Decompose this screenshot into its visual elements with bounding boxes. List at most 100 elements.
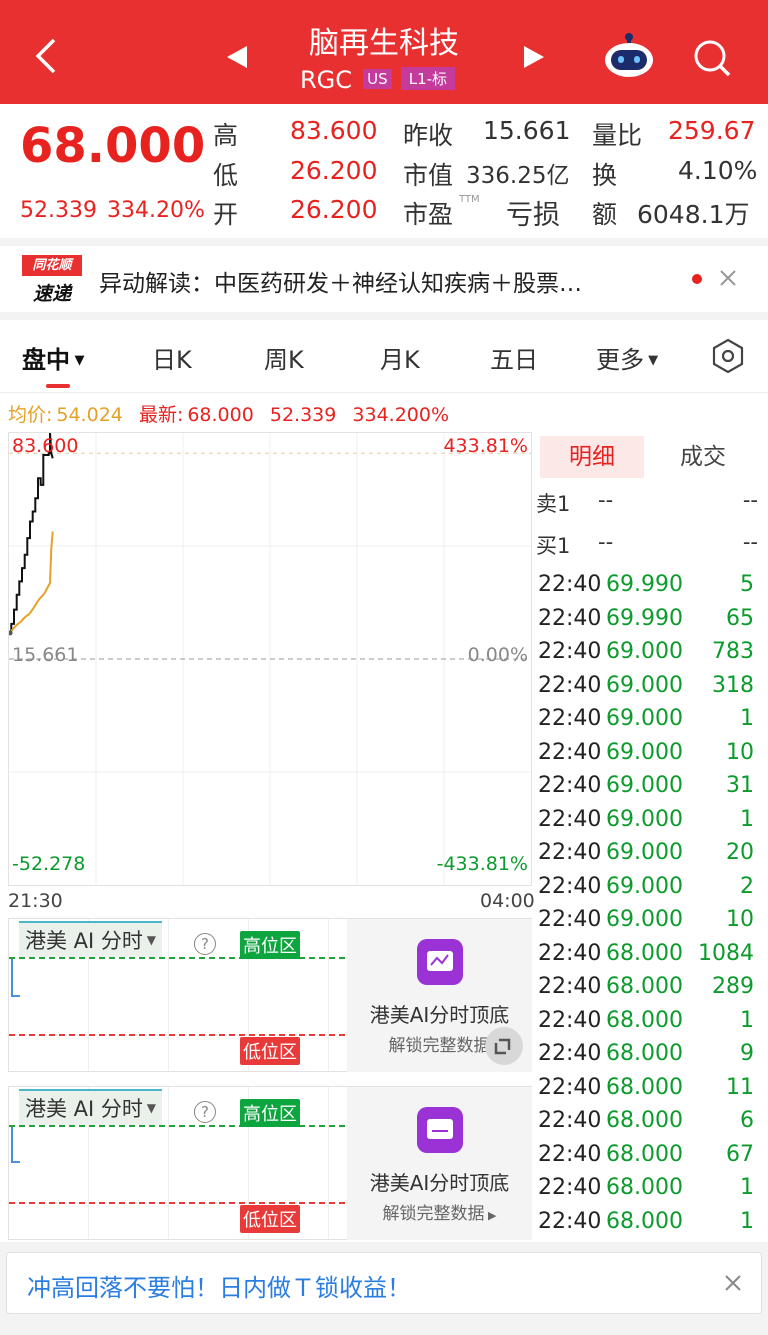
- trade-volume: 1: [740, 706, 754, 731]
- trade-volume: 10: [726, 739, 754, 765]
- locked-promo-card[interactable]: 港美AI分时顶底 解锁完整数据 ▶: [347, 1087, 532, 1240]
- trade-time: 22:40: [538, 672, 602, 698]
- tab-trades[interactable]: 成交: [650, 436, 756, 478]
- y-mid-label: 15.661: [12, 644, 79, 666]
- trade-price: 69.000: [606, 773, 683, 798]
- settings-hexagon-icon[interactable]: [710, 338, 746, 378]
- help-icon[interactable]: ?: [194, 933, 216, 955]
- news-alert-banner[interactable]: 同花顺 速递 异动解读：中医药研发＋神经认知疾病＋股票…: [0, 246, 768, 312]
- trade-time: 22:40: [538, 1175, 602, 1200]
- value-open: 26.200: [290, 195, 378, 224]
- next-stock-icon[interactable]: [522, 44, 546, 74]
- trade-price: 68.000: [606, 1141, 683, 1167]
- trade-volume: 1: [740, 1007, 754, 1033]
- label-volume-ratio: 量比: [592, 121, 643, 150]
- tab-monthly-k[interactable]: 月K: [380, 340, 420, 375]
- trade-time: 22:40: [538, 773, 602, 798]
- tab-divider: [0, 392, 768, 393]
- trade-time: 22:40: [538, 1041, 602, 1066]
- intraday-chart[interactable]: 83.600 433.81% 15.661 0.00% -52.278 -433…: [7, 432, 532, 886]
- header-bar: 脑再生科技 RGC US L1-标: [0, 0, 768, 104]
- value-market-cap: 336.25亿: [466, 163, 570, 189]
- ask-1-row: 卖1 -- --: [536, 488, 762, 518]
- tab-daily-k[interactable]: 日K: [152, 340, 192, 375]
- price-change-pct: 334.20%: [107, 198, 205, 223]
- pct-mid-label: 0.00%: [467, 644, 528, 666]
- trade-time: 22:40: [538, 1108, 602, 1133]
- tab-detail[interactable]: 明细: [540, 436, 644, 478]
- robot-assistant-icon[interactable]: [603, 32, 655, 82]
- last-price: 68.000: [20, 118, 206, 174]
- tab-weekly-k[interactable]: 周K: [264, 340, 304, 375]
- trade-volume: 65: [726, 605, 754, 631]
- promo-subtitle: 解锁完整数据: [382, 1204, 485, 1224]
- promo-title: 港美AI分时顶底: [369, 1003, 510, 1027]
- trade-time: 22:40: [538, 1007, 602, 1033]
- close-banner-icon[interactable]: [723, 1273, 743, 1297]
- trade-time: 22:40: [538, 1208, 602, 1234]
- trade-time: 22:40: [538, 639, 602, 664]
- trade-volume: 67: [726, 1141, 754, 1167]
- ask-1-label: 卖1: [536, 492, 571, 516]
- trade-price: 68.000: [606, 1175, 683, 1200]
- promo-title: 港美AI分时顶底: [369, 1171, 510, 1195]
- avg-label: 均价:: [8, 404, 53, 426]
- pe-ttm-tag: TTM: [459, 194, 480, 205]
- y-max-label: 83.600: [12, 435, 79, 457]
- expand-icon[interactable]: [485, 1027, 523, 1065]
- label-low: 低: [213, 161, 239, 190]
- trade-time: 22:40: [538, 840, 602, 865]
- trade-volume: 1: [740, 1175, 754, 1200]
- active-tab-indicator: [46, 384, 70, 388]
- search-icon[interactable]: [692, 38, 732, 82]
- trade-volume: 11: [726, 1074, 754, 1100]
- summary-change-pct: 334.200%: [352, 404, 450, 426]
- arrow-right-icon: ▶: [484, 1209, 497, 1222]
- alert-text: 异动解读：中医药研发＋神经认知疾病＋股票…: [99, 271, 582, 297]
- trade-time: 22:40: [538, 907, 602, 932]
- trade-row: 22:40 69.000 31: [538, 773, 758, 807]
- locked-promo-card[interactable]: 港美AI分时顶底 解锁完整数据: [347, 919, 532, 1072]
- trade-volume: 1: [740, 806, 754, 832]
- trade-volume: 20: [726, 840, 754, 865]
- indicator-selector[interactable]: 港美 AI 分时 ▼: [19, 1089, 162, 1125]
- trade-row: 22:40 68.000 1: [538, 1008, 758, 1042]
- promo-banner-text: 冲高回落不要怕！日内做Ｔ锁收益！: [27, 1274, 411, 1302]
- trade-row: 22:40 68.000 1: [538, 1175, 758, 1209]
- logo-top-text: 同花顺: [22, 255, 82, 276]
- promo-banner[interactable]: 冲高回落不要怕！日内做Ｔ锁收益！: [6, 1252, 762, 1314]
- trade-price: 69.990: [606, 605, 683, 631]
- trade-price: 69.000: [606, 873, 683, 899]
- y-min-label: -52.278: [12, 853, 86, 875]
- back-icon[interactable]: [28, 36, 64, 76]
- help-icon[interactable]: ?: [194, 1101, 216, 1123]
- close-alert-icon[interactable]: [718, 268, 738, 292]
- tab-more-label: 更多: [596, 346, 644, 374]
- trade-time: 22:40: [538, 706, 602, 731]
- ask-1-price: --: [598, 488, 614, 512]
- label-turnover: 换: [592, 161, 618, 190]
- tab-intraday[interactable]: 盘中 ▼: [22, 340, 85, 375]
- tab-five-day[interactable]: 五日: [490, 340, 538, 375]
- trade-volume: 318: [712, 672, 754, 698]
- low-zone-badge: 低位区: [240, 1205, 300, 1233]
- trade-volume: 1084: [698, 940, 754, 966]
- price-summary: 均价: 54.024 最新: 68.000 52.339 334.200%: [8, 400, 449, 427]
- indicator-selector[interactable]: 港美 AI 分时 ▼: [19, 921, 162, 957]
- tab-more[interactable]: 更多 ▼: [596, 340, 658, 375]
- quote-panel: 68.000 52.339 334.20% 高 83.600 昨收 15.661…: [0, 104, 768, 238]
- prev-stock-icon[interactable]: [225, 44, 249, 74]
- pct-min-label: -433.81%: [436, 853, 528, 875]
- trade-row: 22:40 69.000 1: [538, 706, 758, 740]
- indicator-name: 港美 AI 分时: [25, 929, 143, 953]
- time-end-label: 04:00: [480, 890, 535, 912]
- low-zone-line: [9, 1034, 345, 1036]
- value-turnover: 4.10%: [678, 156, 758, 185]
- label-amount: 额: [592, 200, 618, 229]
- stock-title: 脑再生科技: [309, 26, 459, 61]
- label-prev-close: 昨收: [403, 121, 454, 150]
- ticker-code: RGC: [300, 66, 353, 94]
- trade-row: 22:40 69.000 2: [538, 874, 758, 908]
- trade-row: 22:40 68.000 11: [538, 1075, 758, 1109]
- latest-label: 最新:: [138, 404, 184, 426]
